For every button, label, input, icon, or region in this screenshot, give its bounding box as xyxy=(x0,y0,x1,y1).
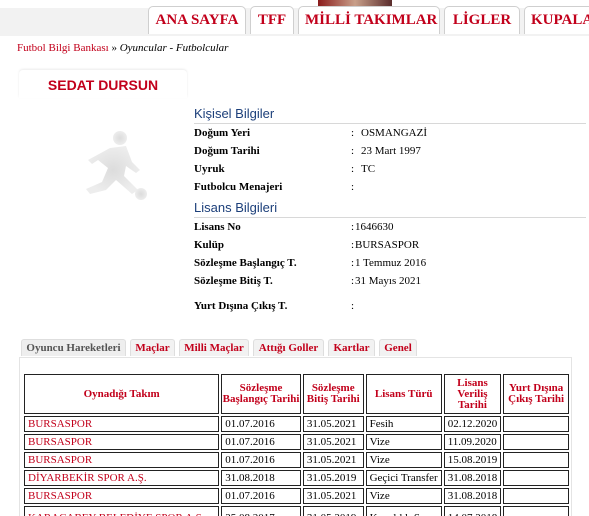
nationality-colon: : xyxy=(351,163,355,175)
birthdate-value: 23 Mart 1997 xyxy=(361,145,421,157)
contract-start-value: 1 Temmuz 2016 xyxy=(355,257,427,269)
agent-label: Futbolcu Menajeri xyxy=(194,181,283,193)
abroad-exit-colon: : xyxy=(351,300,355,312)
player-history-panel: Oynadığı Takım Sözleşme Başlangıç Tarihi… xyxy=(19,357,572,516)
cell-abroad-exit xyxy=(503,470,569,486)
license-info-divider xyxy=(194,217,586,218)
nationality-label: Uyruk xyxy=(194,163,225,175)
cell-license-type: Vize xyxy=(365,452,442,468)
table-row: BURSASPOR 01.07.2016 31.05.2021 Fesih 02… xyxy=(24,416,569,432)
tab-genel[interactable]: Genel xyxy=(379,339,417,356)
col-header-contract-end: Sözleşme Bitiş Tarihi xyxy=(302,374,364,414)
cell-license-date: 11.09.2020 xyxy=(443,434,502,450)
cell-team[interactable]: BURSASPOR xyxy=(24,452,220,468)
cell-license-date: 02.12.2020 xyxy=(443,416,502,432)
cell-contract-start: 01.07.2016 xyxy=(221,452,301,468)
nav-tab-tff[interactable]: TFF xyxy=(250,6,294,34)
cell-license-type: Fesih xyxy=(365,416,442,432)
col-header-license-date: Lisans Veriliş Tarihi xyxy=(443,374,502,414)
cell-contract-start: 01.07.2016 xyxy=(221,488,301,504)
cell-contract-end: 31.05.2021 xyxy=(302,488,364,504)
cell-team[interactable]: BURSASPOR xyxy=(24,416,220,432)
col-header-contract-start: Sözleşme Başlangıç Tarihi xyxy=(221,374,301,414)
cell-contract-end: 31.05.2021 xyxy=(302,416,364,432)
cell-abroad-exit xyxy=(503,452,569,468)
cell-license-type: Vize xyxy=(365,488,442,504)
club-colon: : xyxy=(351,239,355,251)
player-name: SEDAT DURSUN xyxy=(19,70,187,98)
nav-tab-kupalar[interactable]: KUPALAR xyxy=(524,6,589,34)
table-header-row: Oynadığı Takım Sözleşme Başlangıç Tarihi… xyxy=(24,374,569,414)
cell-team[interactable]: BURSASPOR xyxy=(24,434,220,450)
abroad-exit-label: Yurt Dışına Çıkış T. xyxy=(194,300,288,312)
nationality-value: TC xyxy=(361,163,376,175)
cell-team[interactable]: BURSASPOR xyxy=(24,488,220,504)
cell-license-type: Vize xyxy=(365,434,442,450)
top-nav-bar: ANA SAYFA TFF MİLLİ TAKIMLAR LİGLER KUPA… xyxy=(0,0,589,36)
cell-contract-start: 01.07.2016 xyxy=(221,416,301,432)
personal-info-divider xyxy=(194,123,586,124)
cell-contract-end: 31.05.2021 xyxy=(302,452,364,468)
birthplace-value: OSMANGAZİ xyxy=(361,127,427,139)
cell-contract-end: 31.05.2021 xyxy=(302,434,364,450)
breadcrumb-separator: » xyxy=(111,42,117,54)
cell-contract-start: 01.07.2016 xyxy=(221,434,301,450)
cell-abroad-exit xyxy=(503,488,569,504)
breadcrumb-current: Oyuncular - Futbolcular xyxy=(119,42,229,54)
club-value: BURSASPOR xyxy=(355,239,420,251)
footballer-silhouette-icon xyxy=(40,110,180,220)
cell-contract-start: 31.08.2018 xyxy=(221,470,301,486)
nav-tab-milli-takimlar[interactable]: MİLLİ TAKIMLAR xyxy=(298,6,440,34)
cell-team[interactable]: DİYARBEKİR SPOR A.Ş. xyxy=(24,470,220,486)
nav-tab-ligler[interactable]: LİGLER xyxy=(444,6,520,34)
col-header-abroad-exit: Yurt Dışına Çıkış Tarihi xyxy=(503,374,569,414)
nav-tab-ana-sayfa[interactable]: ANA SAYFA xyxy=(148,6,246,34)
license-no-colon: : xyxy=(351,221,355,233)
birthplace-label: Doğum Yeri xyxy=(194,127,251,139)
contract-start-colon: : xyxy=(351,257,355,269)
agent-colon: : xyxy=(351,181,355,193)
tab-maclar[interactable]: Maçlar xyxy=(130,339,175,356)
breadcrumb: Futbol Bilgi Bankası » Oyuncular - Futbo… xyxy=(17,42,228,54)
cell-license-date: 31.08.2018 xyxy=(443,470,502,486)
contract-end-colon: : xyxy=(351,275,355,287)
contract-start-label: Sözleşme Başlangıç T. xyxy=(194,257,297,269)
contract-end-label: Sözleşme Bitiş T. xyxy=(194,275,273,287)
col-header-team: Oynadığı Takım xyxy=(24,374,220,414)
personal-info-title: Kişisel Bilgiler xyxy=(194,106,275,121)
cell-abroad-exit xyxy=(503,416,569,432)
cell-license-date: 31.08.2018 xyxy=(443,488,502,504)
table-row: DİYARBEKİR SPOR A.Ş. 31.08.2018 31.05.20… xyxy=(24,470,569,486)
cell-license-type: Geçici Transfer xyxy=(365,470,442,486)
tab-milli-maclar[interactable]: Milli Maçlar xyxy=(179,339,249,356)
contract-end-value: 31 Mayıs 2021 xyxy=(355,275,421,287)
cell-abroad-exit xyxy=(503,434,569,450)
license-info-title: Lisans Bilgileri xyxy=(194,200,278,215)
table-row: BURSASPOR 01.07.2016 31.05.2021 Vize 15.… xyxy=(24,452,569,468)
license-no-label: Lisans No xyxy=(194,221,241,233)
tab-kartlar[interactable]: Kartlar xyxy=(328,339,375,356)
tab-attigi-goller[interactable]: Attığı Goller xyxy=(253,339,324,356)
cell-license-date: 15.08.2019 xyxy=(443,452,502,468)
club-label: Kulüp xyxy=(194,239,224,251)
birthplace-colon: : xyxy=(351,127,355,139)
table-row: BURSASPOR 01.07.2016 31.05.2021 Vize 31.… xyxy=(24,488,569,504)
license-no-value: 1646630 xyxy=(355,221,394,233)
col-header-license-type: Lisans Türü xyxy=(365,374,442,414)
birthdate-label: Doğum Tarihi xyxy=(194,145,260,157)
player-history-table: Oynadığı Takım Sözleşme Başlangıç Tarihi… xyxy=(22,372,571,516)
tab-oyuncu-hareketleri[interactable]: Oyuncu Hareketleri xyxy=(21,339,126,356)
breadcrumb-home-link[interactable]: Futbol Bilgi Bankası xyxy=(17,42,109,54)
birthdate-colon: : xyxy=(351,145,355,157)
table-row: BURSASPOR 01.07.2016 31.05.2021 Vize 11.… xyxy=(24,434,569,450)
cell-contract-end: 31.05.2019 xyxy=(302,470,364,486)
